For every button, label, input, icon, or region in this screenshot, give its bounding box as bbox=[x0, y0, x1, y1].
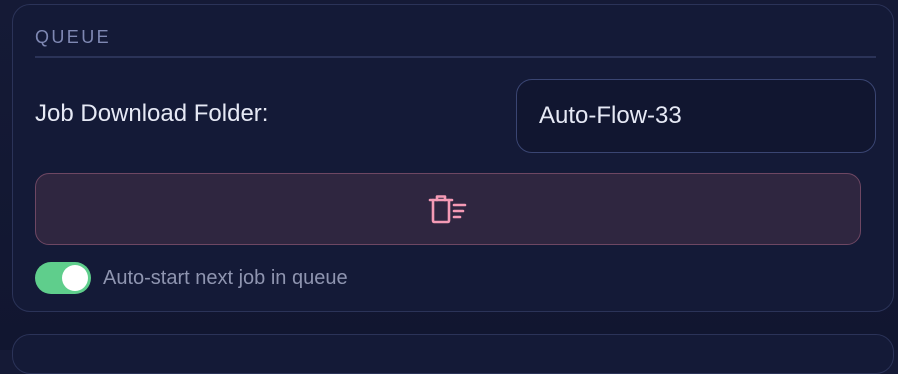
section-title: QUEUE bbox=[35, 27, 112, 47]
queue-panel: QUEUE Job Download Folder: Auto-start ne… bbox=[12, 4, 894, 312]
section-divider bbox=[35, 56, 876, 58]
toggle-knob bbox=[62, 265, 88, 291]
clear-queue-button[interactable] bbox=[35, 173, 861, 245]
auto-start-toggle[interactable] bbox=[35, 262, 91, 294]
download-folder-input[interactable] bbox=[516, 79, 876, 153]
trash-list-icon bbox=[427, 193, 469, 225]
auto-start-label: Auto-start next job in queue bbox=[103, 266, 348, 289]
download-folder-label: Job Download Folder: bbox=[35, 100, 269, 127]
next-panel bbox=[12, 334, 894, 374]
auto-start-row: Auto-start next job in queue bbox=[35, 261, 348, 295]
